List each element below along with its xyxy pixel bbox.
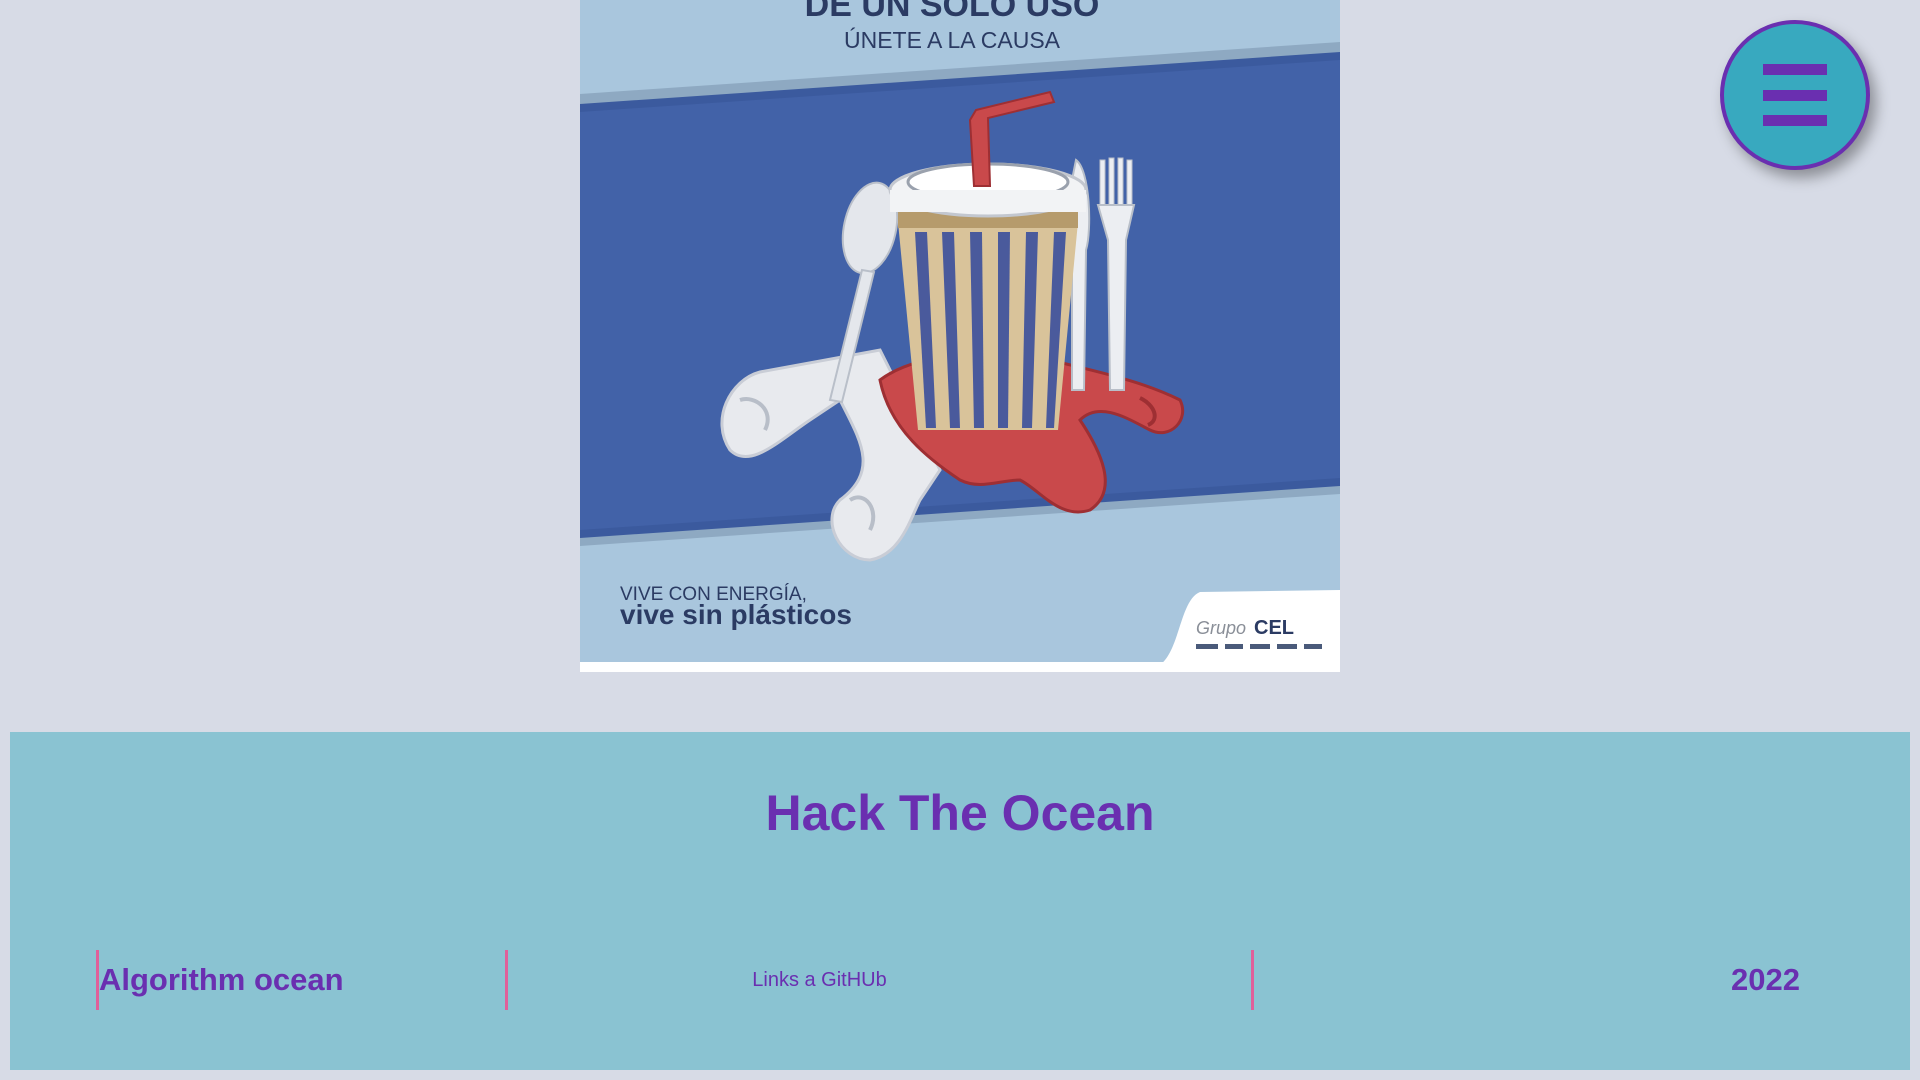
team-name: Algorithm ocean xyxy=(96,950,508,1010)
logo-cel: CEL xyxy=(1254,617,1294,639)
campaign-poster-image: DE UN SOLO USO ÚNETE A LA CAUSA VIVE CON… xyxy=(580,0,1340,672)
github-link[interactable]: Links a GitHUb xyxy=(752,969,887,992)
footer-title: Hack The Ocean xyxy=(765,785,1155,841)
links-column: Links a GitHUb xyxy=(508,950,1254,1010)
footer-year: 2022 xyxy=(1731,962,1800,997)
poster-tagline-large: vive sin plásticos xyxy=(620,599,852,630)
logo-grupo: Grupo xyxy=(1196,618,1246,638)
hamburger-icon xyxy=(1763,64,1827,126)
footer: Hack The Ocean Algorithm ocean Links a G… xyxy=(10,732,1910,1070)
footer-row: Algorithm ocean Links a GitHUb 2022 xyxy=(96,950,1800,1010)
poster-headline: DE UN SOLO USO xyxy=(805,0,1100,24)
menu-button[interactable] xyxy=(1720,20,1870,170)
poster-subheadline: ÚNETE A LA CAUSA xyxy=(844,27,1061,53)
